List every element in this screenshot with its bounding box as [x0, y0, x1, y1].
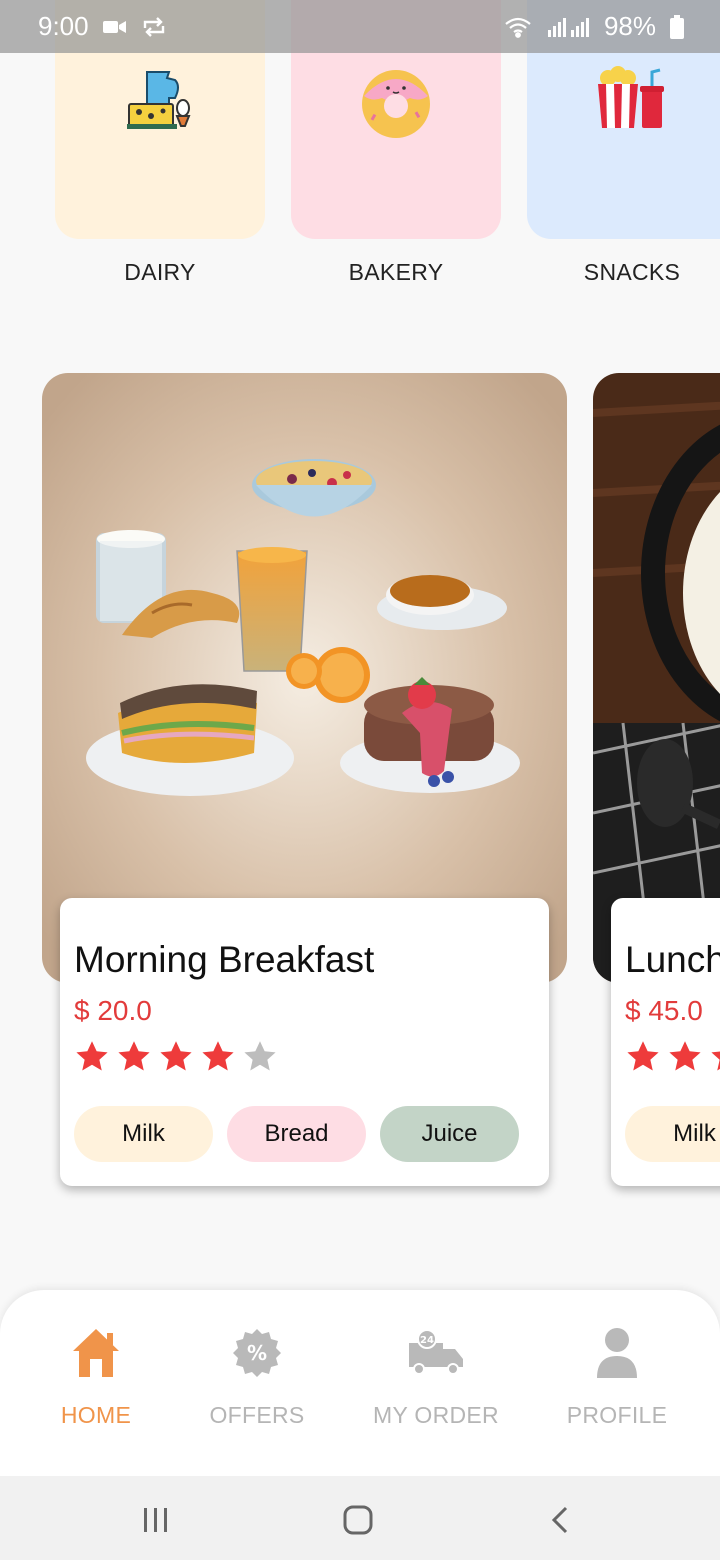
tag-juice[interactable]: Juice: [380, 1106, 519, 1162]
sync-icon: [141, 16, 167, 38]
ingredient-tags: Milk: [625, 1106, 720, 1162]
star-icon: [667, 1039, 703, 1080]
nav-offers[interactable]: % OFFERS: [167, 1320, 347, 1429]
battery-level: 98%: [603, 11, 656, 41]
signal-icon: [546, 16, 590, 38]
star-icon: [116, 1039, 152, 1080]
nav-home[interactable]: HOME: [6, 1320, 186, 1429]
nav-label: OFFERS: [209, 1402, 305, 1428]
star-empty-icon: [242, 1039, 278, 1080]
star-icon: [200, 1039, 236, 1080]
home-icon: [6, 1320, 186, 1386]
lunch-image: [593, 373, 720, 983]
ingredient-tags: Milk Bread Juice: [74, 1106, 535, 1162]
system-navigation-bar: [0, 1476, 720, 1560]
star-rating: [74, 1040, 535, 1078]
dairy-icon: [125, 66, 195, 239]
back-icon[interactable]: [538, 1498, 582, 1542]
product-info: Morning Breakfast $ 20.0 Milk Bread Juic…: [60, 898, 549, 1186]
donut-icon: [360, 66, 432, 239]
category-label: BAKERY: [348, 259, 444, 285]
nav-my-order[interactable]: 24 MY ORDER: [346, 1320, 526, 1429]
nav-label: HOME: [60, 1402, 132, 1428]
wifi-icon: [504, 16, 532, 38]
profile-icon: [527, 1320, 707, 1386]
delivery-truck-icon: 24: [346, 1320, 526, 1386]
breakfast-image: [42, 373, 567, 983]
tag-milk[interactable]: Milk: [625, 1106, 720, 1162]
star-icon: [709, 1039, 720, 1080]
tag-milk[interactable]: Milk: [74, 1106, 213, 1162]
nav-label: MY ORDER: [373, 1402, 499, 1428]
offers-icon: %: [167, 1320, 347, 1386]
recent-apps-icon[interactable]: [134, 1498, 178, 1542]
product-price: $ 45.0: [625, 995, 703, 1026]
product-title: Lunch: [625, 939, 720, 980]
svg-text:24: 24: [420, 1335, 434, 1346]
battery-icon: [670, 14, 684, 39]
star-icon: [74, 1039, 110, 1080]
product-title: Morning Breakfast: [74, 939, 375, 980]
svg-text:%: %: [247, 1341, 267, 1365]
category-label: SNACKS: [583, 259, 681, 285]
star-icon: [158, 1039, 194, 1080]
status-time: 9:00: [38, 11, 89, 41]
product-price: $ 20.0: [74, 995, 152, 1026]
bottom-navigation: HOME % OFFERS 24 MY ORDER PROFILE: [0, 1290, 720, 1476]
product-card-lunch[interactable]: Lunch $ 45.0 Milk: [593, 373, 720, 1203]
nav-label: PROFILE: [566, 1402, 668, 1428]
popcorn-icon: [594, 66, 668, 239]
star-rating: [625, 1040, 720, 1078]
category-label: DAIRY: [124, 259, 196, 285]
video-camera-icon: [102, 19, 127, 35]
nav-profile[interactable]: PROFILE: [527, 1320, 707, 1429]
status-bar: 9:00 98%: [0, 0, 720, 53]
product-card-morning-breakfast[interactable]: Morning Breakfast $ 20.0 Milk Bread Juic…: [42, 373, 567, 1203]
star-icon: [625, 1039, 661, 1080]
tag-bread[interactable]: Bread: [227, 1106, 366, 1162]
product-info: Lunch $ 45.0 Milk: [611, 898, 720, 1186]
home-button-icon[interactable]: [336, 1498, 380, 1542]
